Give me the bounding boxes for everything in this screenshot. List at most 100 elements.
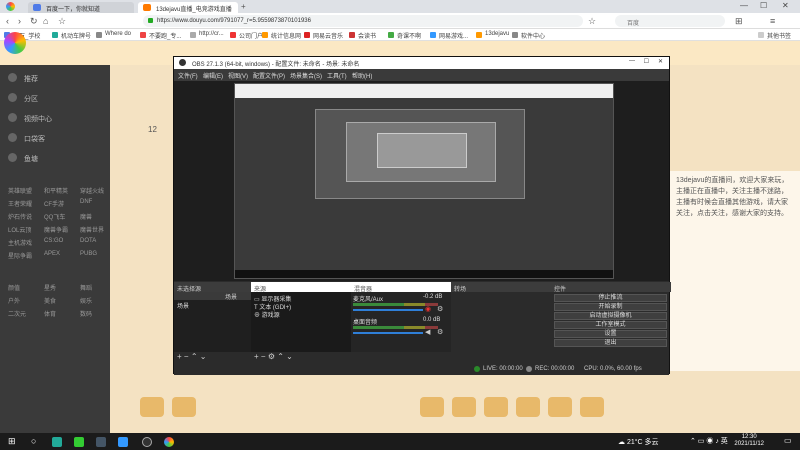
extensions-icon[interactable]: ⊞ [735,16,743,27]
back-icon[interactable]: ‹ [6,16,9,26]
start-recording-button[interactable]: 开始录制 [554,303,667,311]
obs-close-icon[interactable]: ✕ [658,58,663,65]
menu-help[interactable]: 帮助(H) [352,71,372,80]
category-link[interactable]: 二次元 [8,309,26,318]
category-link[interactable]: CS:GO [44,238,63,244]
category-link[interactable]: 舞蹈 [80,283,92,292]
douyu-logo-icon[interactable] [4,32,26,54]
stop-streaming-button[interactable]: 停止推流 [554,294,667,302]
tab-douyu[interactable]: 13dejavu直播_电竞游戏直播 [138,2,238,13]
bookmark-item[interactable]: 软件中心 [512,31,545,40]
weather[interactable]: ☁ 21°C 多云 [618,437,659,447]
search-icon[interactable]: ○ [31,436,36,446]
category-link[interactable]: 王者荣耀 [8,199,32,208]
new-tab-button[interactable]: + [241,2,246,11]
bookmark-item[interactable]: 网易云音乐 [304,31,343,40]
gear-icon[interactable]: ⚙ [437,328,443,336]
bookmark-item[interactable]: 机动车牌号 [52,31,91,40]
add-icon[interactable]: + [254,352,259,361]
up-icon[interactable]: ⌃ [277,352,284,361]
menu-view[interactable]: 视图(V) [228,71,248,80]
minimize-icon[interactable]: — [740,1,748,10]
sidebar-item-pocket[interactable]: 口袋客 [24,134,45,144]
menu-scene-collection[interactable]: 场景集合(S) [290,71,322,80]
category-link[interactable]: DNF [80,199,92,205]
wechat-icon[interactable] [74,437,84,447]
scene-item[interactable]: 场景 [177,301,189,310]
studio-mode-button[interactable]: 工作室模式 [554,321,667,329]
obs-minimize-icon[interactable]: — [629,58,635,64]
sidebar-item-video[interactable]: 视频中心 [24,114,52,124]
gift-icon[interactable] [516,397,540,417]
category-link[interactable]: DOTA [80,238,96,244]
category-link[interactable]: 星际争霸 [8,251,32,260]
category-link[interactable]: 炉石传说 [8,212,32,221]
volume-slider[interactable] [353,332,423,334]
category-link[interactable]: 和平精英 [44,186,68,195]
app-icon[interactable] [118,437,128,447]
favorite-icon[interactable]: ☆ [588,16,596,27]
obs-maximize-icon[interactable]: ☐ [644,58,649,65]
gift-icon[interactable] [420,397,444,417]
bookmark-item[interactable]: http://cr... [190,31,224,38]
category-link[interactable]: CF手游 [44,199,64,208]
sidebar-item-categories[interactable]: 分区 [24,94,38,104]
gift-icon[interactable] [172,397,196,417]
category-link[interactable]: PUBG [80,251,97,257]
source-item[interactable]: ⊕ 游戏源 [254,310,280,319]
tab-baidu[interactable]: 百度一下，你就知道 [28,2,134,13]
bookmark-item[interactable]: Where do [96,31,131,38]
add-icon[interactable]: + [177,352,182,361]
menu-edit[interactable]: 编辑(E) [203,71,223,80]
forward-icon[interactable]: › [18,16,21,26]
settings-button[interactable]: 设置 [554,330,667,338]
down-icon[interactable]: ⌄ [286,352,293,361]
bookmark-star-icon[interactable]: ☆ [58,16,66,27]
chat-icon[interactable] [52,437,62,447]
category-link[interactable]: 颜值 [8,283,20,292]
maximize-icon[interactable]: ☐ [760,1,767,10]
bookmark-item[interactable]: 统计信息网 [262,31,301,40]
category-link[interactable]: APEX [44,251,60,257]
speaker-icon[interactable]: ◀ [425,328,430,336]
category-link[interactable]: 户外 [8,296,20,305]
sidebar-item-fishpond[interactable]: 鱼塘 [24,154,38,164]
volume-slider[interactable] [353,309,423,311]
gift-icon[interactable] [484,397,508,417]
bookmark-item[interactable]: 其他书签 [758,31,791,40]
steam-icon[interactable] [96,437,106,447]
menu-profile[interactable]: 配置文件(P) [253,71,285,80]
up-icon[interactable]: ⌃ [191,352,198,361]
category-link[interactable]: 数码 [80,309,92,318]
url-input[interactable]: https://www.douyu.com/9791077_r=5.955987… [143,15,583,27]
sidebar-item-recommend[interactable]: 推荐 [24,74,38,84]
obs-preview[interactable] [174,81,669,281]
refresh-icon[interactable]: ↻ [30,16,38,27]
category-link[interactable]: 美食 [44,296,56,305]
remove-icon[interactable]: − [261,352,266,361]
menu-file[interactable]: 文件(F) [178,71,198,80]
search-input[interactable]: 百度 [615,15,725,27]
bookmark-item[interactable]: 公司门户 [230,31,263,40]
gift-icon[interactable] [140,397,164,417]
category-link[interactable]: 魔兽世界 [80,225,104,234]
bookmark-item[interactable]: 网易游戏... [430,31,468,40]
browser-taskbar-icon[interactable] [164,437,174,447]
down-icon[interactable]: ⌄ [200,352,207,361]
category-link[interactable]: 英雄联盟 [8,186,32,195]
gift-icon[interactable] [452,397,476,417]
muted-speaker-icon[interactable]: ◉ [425,305,431,313]
gear-icon[interactable]: ⚙ [437,305,443,313]
bookmark-item[interactable]: 会读书 [349,31,376,40]
category-link[interactable]: QQ飞车 [44,212,65,221]
category-link[interactable]: 娱乐 [80,296,92,305]
browser-logo-icon[interactable] [6,2,15,11]
tray-icons[interactable]: ⌃ ▭ ◉ ♪ 英 [690,436,728,446]
menu-icon[interactable]: ≡ [770,16,775,26]
category-link[interactable]: 穿越火线 [80,186,104,195]
virtual-camera-button[interactable]: 启动虚拟摄像机 [554,312,667,320]
bookmark-item[interactable]: 奇课不啊 [388,31,421,40]
windows-start-icon[interactable]: ⊞ [8,436,16,447]
category-link[interactable]: 魔兽争霸 [44,225,68,234]
category-link[interactable]: LOL云顶 [8,225,31,234]
